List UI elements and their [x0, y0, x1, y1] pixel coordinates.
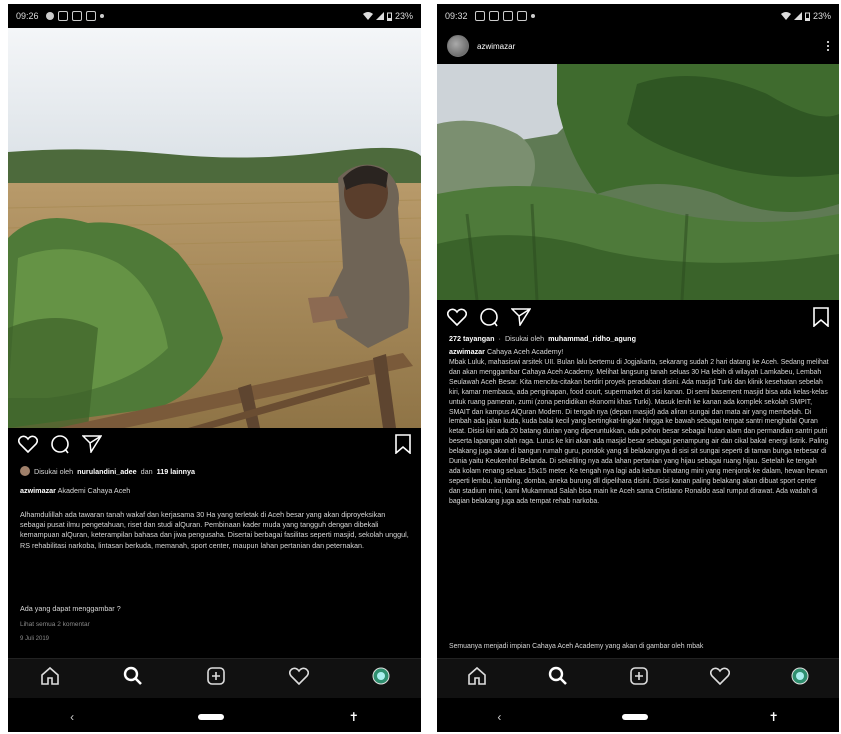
wifi-icon — [362, 12, 373, 20]
share-icon[interactable] — [511, 308, 531, 326]
view-comments-link[interactable]: Lihat semua 2 komentar — [20, 620, 411, 630]
accessibility-icon[interactable]: ✝ — [769, 710, 779, 724]
liked-by-row[interactable]: Disukai oleh nurulandini_adee dan 119 la… — [20, 466, 411, 476]
activity-heart-icon[interactable] — [709, 667, 730, 690]
post-video[interactable] — [437, 64, 839, 300]
activity-heart-icon[interactable] — [288, 667, 309, 690]
comment-icon[interactable] — [50, 434, 70, 454]
liked-user[interactable]: nurulandini_adee — [77, 467, 137, 476]
author-avatar[interactable] — [447, 35, 469, 57]
back-icon[interactable]: ‹ — [70, 710, 74, 724]
post-photo[interactable] — [8, 28, 421, 428]
battery-percent: 23% — [812, 11, 831, 21]
home-icon[interactable] — [40, 666, 60, 691]
caption-username[interactable]: azwimazar — [20, 486, 56, 495]
bookmark-icon[interactable] — [395, 434, 411, 454]
system-navigation: ‹ ✝ — [8, 702, 421, 732]
liked-prefix: Disukai oleh — [504, 334, 545, 343]
more-notifications-icon — [530, 14, 535, 18]
phone-screen-left: 09:26 23% Disukai oleh nurulandini_adee … — [8, 4, 421, 732]
caption-body: Alhamdulillah ada tawaran tanah wakaf da… — [20, 510, 409, 550]
liker-avatar — [20, 466, 30, 476]
heart-icon[interactable] — [18, 435, 38, 453]
view-count[interactable]: 272 tayangan — [449, 334, 495, 343]
battery-percent: 23% — [394, 11, 413, 21]
back-icon[interactable]: ‹ — [497, 710, 501, 724]
more-options-icon[interactable] — [827, 41, 829, 51]
home-pill[interactable] — [198, 714, 225, 720]
home-pill[interactable] — [621, 714, 648, 720]
liked-user[interactable]: muhammad_ridho_agung — [548, 334, 636, 343]
search-icon[interactable] — [123, 666, 143, 691]
liked-prefix: Disukai oleh — [34, 466, 74, 476]
system-navigation: ‹ ✝ — [437, 702, 839, 732]
caption-title: Cahaya Aceh Academy! — [486, 347, 564, 356]
gallery-icon — [57, 11, 68, 21]
signal-icon — [793, 12, 802, 20]
caption-continuation: Semuanya menjadi impian Cahaya Aceh Acad… — [449, 643, 704, 650]
phone-screen-right: 09:32 23% azwimazar 272 tayangan · Disuk… — [437, 4, 839, 732]
battery-icon — [804, 12, 810, 21]
caption-question: Ada yang dapat menggambar ? — [20, 604, 121, 613]
bottom-navigation — [8, 658, 421, 698]
post-actions-bar — [8, 429, 421, 459]
status-time: 09:32 — [445, 11, 468, 21]
caption-title-row: azwimazar Cahaya Aceh Academy! — [449, 347, 829, 357]
share-icon[interactable] — [82, 435, 102, 453]
gallery-icon — [474, 11, 485, 21]
liked-mid: dan — [140, 466, 153, 476]
notification-icon — [45, 12, 54, 20]
post-header: azwimazar — [437, 28, 839, 64]
bookmark-icon[interactable] — [813, 307, 829, 327]
views-row[interactable]: 272 tayangan · Disukai oleh muhammad_rid… — [449, 334, 829, 343]
post-date: 9 Juli 2019 — [20, 636, 50, 642]
accessibility-icon[interactable]: ✝ — [349, 710, 359, 724]
wifi-icon — [780, 12, 791, 20]
caption-username[interactable]: azwimazar — [449, 347, 485, 356]
app-icon — [488, 11, 499, 21]
app-icon — [516, 11, 527, 21]
post-actions-bar — [437, 302, 839, 332]
app-icon — [502, 11, 513, 21]
caption-body: Mbak Luluk, mahasiswi arsitek UII. Bulan… — [449, 359, 829, 505]
caption-title: Akademi Cahaya Aceh — [57, 486, 131, 495]
views-separator: · — [498, 334, 501, 343]
heart-icon[interactable] — [447, 308, 467, 326]
signal-icon — [375, 12, 384, 20]
liked-count[interactable]: 119 lainnya — [157, 467, 195, 476]
bottom-navigation — [437, 658, 839, 698]
add-post-icon[interactable] — [629, 666, 649, 691]
home-icon[interactable] — [467, 666, 487, 691]
search-icon[interactable] — [548, 666, 568, 691]
app-icon — [85, 11, 96, 21]
status-time: 09:26 — [16, 11, 39, 21]
profile-avatar-icon[interactable] — [791, 667, 809, 690]
author-username[interactable]: azwimazar — [477, 42, 515, 51]
caption-title-row: azwimazar Akademi Cahaya Aceh — [20, 486, 411, 496]
status-bar: 09:32 23% — [437, 4, 839, 28]
profile-avatar-icon[interactable] — [372, 667, 390, 690]
comment-icon[interactable] — [479, 307, 499, 327]
battery-icon — [386, 12, 392, 21]
app-icon — [71, 11, 82, 21]
status-bar: 09:26 23% — [8, 4, 421, 28]
add-post-icon[interactable] — [206, 666, 226, 691]
more-notifications-icon — [99, 14, 104, 18]
